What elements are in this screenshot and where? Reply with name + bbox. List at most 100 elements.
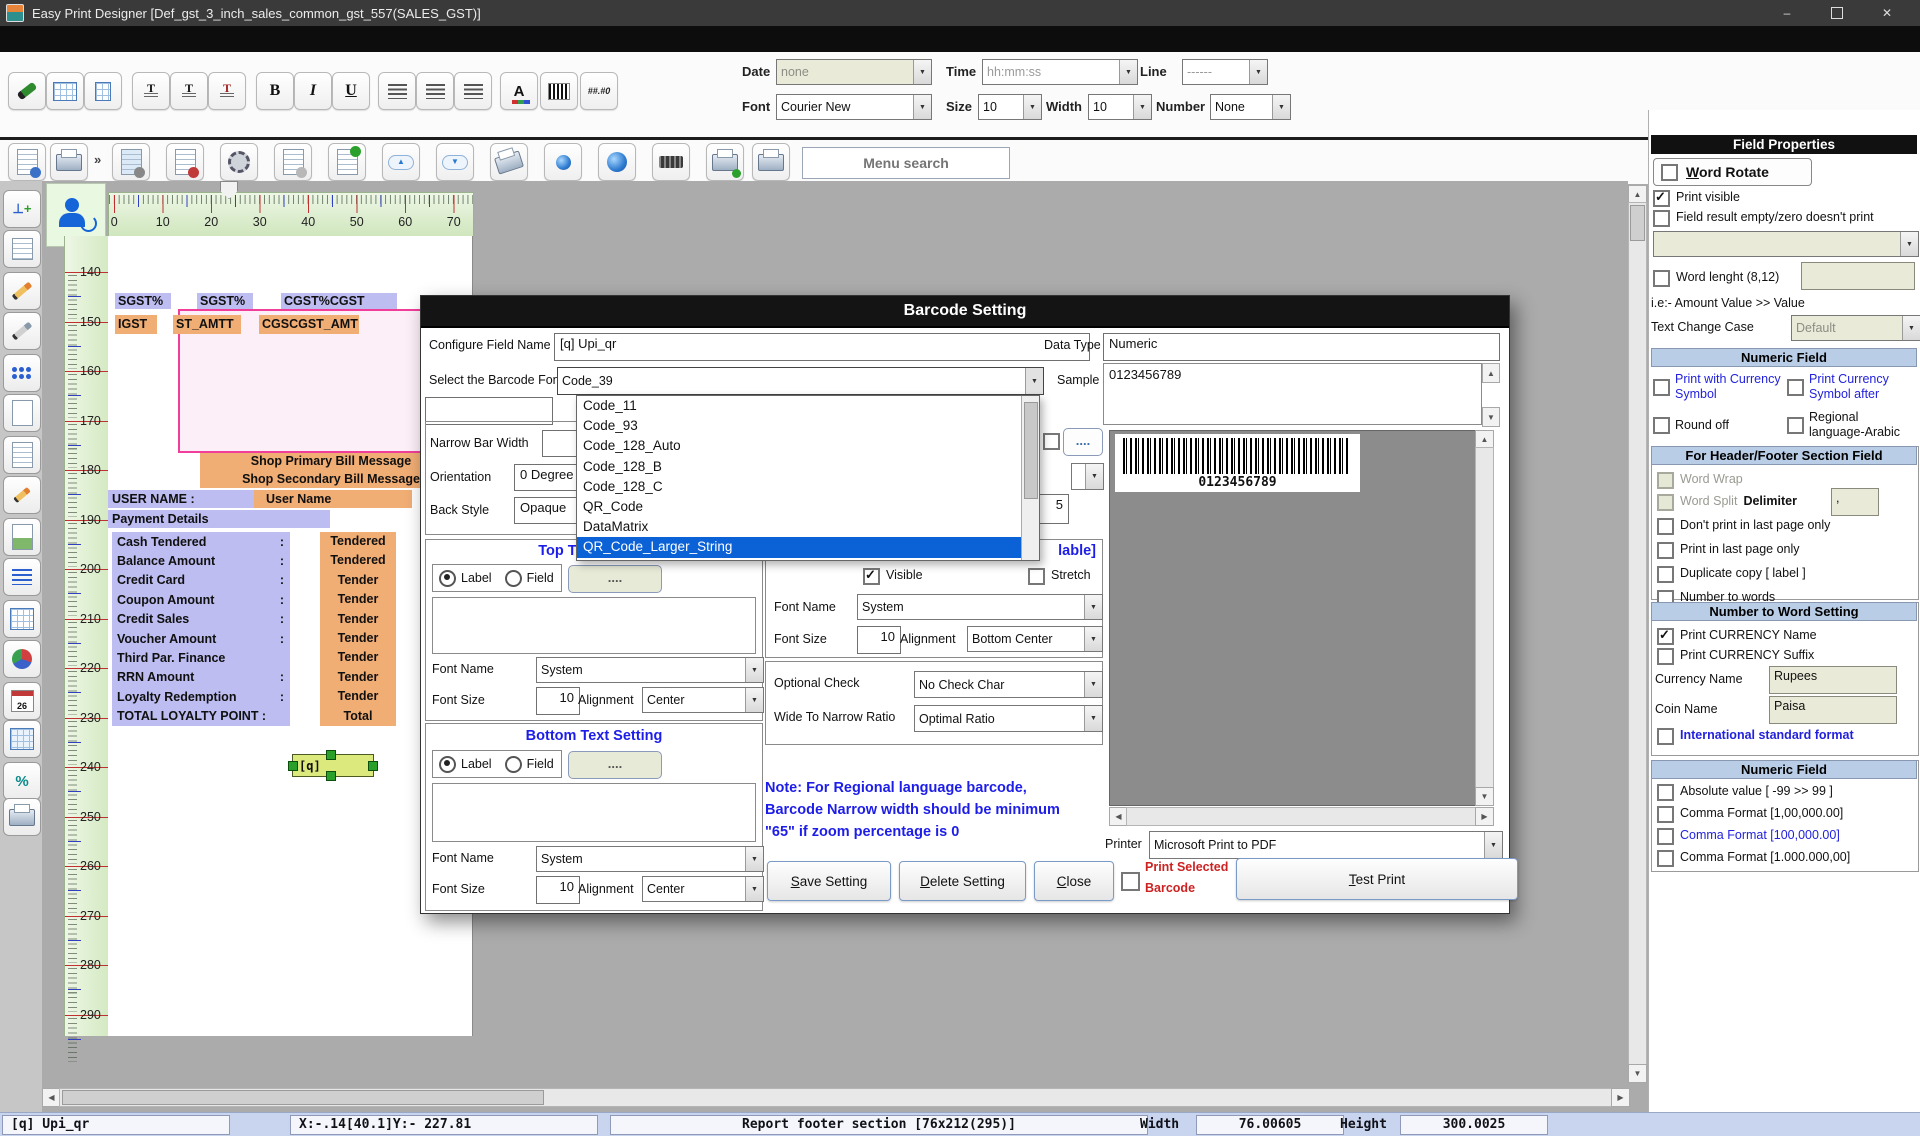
checkbox[interactable] — [1657, 806, 1674, 823]
checkbox[interactable] — [1653, 270, 1670, 287]
browse-dots-button[interactable]: .... — [1063, 428, 1103, 456]
payment-details-header[interactable]: Payment Details — [108, 510, 330, 528]
dialog-checkbox[interactable] — [1043, 433, 1060, 450]
checkbox[interactable] — [1653, 417, 1670, 434]
report-settings-icon[interactable] — [112, 143, 150, 181]
numeric-check[interactable]: Print with Currency Symbol — [1653, 372, 1783, 402]
field-radio[interactable] — [505, 756, 522, 773]
document-schedule-icon[interactable] — [274, 143, 312, 181]
import-field-icon[interactable] — [328, 143, 366, 181]
numbered-list-icon[interactable] — [3, 558, 41, 596]
top-font-name-select[interactable]: System — [536, 657, 764, 683]
insert-field-icon[interactable]: ⊥+ — [3, 190, 41, 228]
checkbox-checked[interactable] — [1657, 628, 1674, 645]
user-name-row[interactable]: USER NAME : User Name — [108, 490, 412, 508]
checkbox[interactable] — [1787, 379, 1804, 396]
numeric-format-check[interactable]: Comma Format [100,000.00] — [1657, 828, 1850, 845]
scrollbar-thumb[interactable] — [1024, 402, 1038, 499]
sample-textarea[interactable]: 0123456789 — [1103, 363, 1482, 425]
payment-row[interactable]: Loyalty Redemption: Tender — [112, 687, 396, 706]
scrollbar-thumb[interactable] — [1630, 205, 1645, 241]
checkbox-checked[interactable] — [863, 568, 880, 585]
field-label[interactable]: SGST% — [115, 293, 171, 309]
delimiter-input[interactable]: , — [1831, 488, 1879, 516]
line-select[interactable]: ------ — [1182, 59, 1268, 85]
toolbar-overflow-icon[interactable]: » — [94, 152, 101, 167]
minimize-button[interactable]: – — [1762, 0, 1812, 26]
blank-page-icon[interactable] — [3, 394, 41, 432]
optional-check-select[interactable]: No Check Char — [914, 671, 1103, 698]
print-currency-suffix-row[interactable]: Print CURRENCY Suffix — [1657, 648, 1814, 665]
preview-horizontal-scrollbar[interactable] — [1126, 807, 1477, 826]
width-select[interactable]: 10 — [1088, 94, 1152, 120]
field-result-row[interactable]: Field result empty/zero doesn't print — [1653, 210, 1874, 227]
international-format-row[interactable]: International standard format — [1657, 728, 1854, 745]
test-print-button[interactable]: Test Print — [1236, 858, 1518, 900]
barcode-alignment-select[interactable]: Bottom Center — [967, 626, 1103, 652]
coin-name-input[interactable]: Paisa — [1769, 696, 1897, 724]
date-select[interactable]: none — [776, 59, 932, 85]
checkbox[interactable] — [1657, 542, 1674, 559]
checkbox-disabled[interactable] — [1657, 494, 1674, 511]
table-grid-icon[interactable] — [46, 72, 84, 110]
numeric-format-check[interactable]: Absolute value [ -99 >> 99 ] — [1657, 784, 1850, 801]
checkbox[interactable] — [1657, 566, 1674, 583]
checkbox[interactable] — [1657, 784, 1674, 801]
checkbox-checked[interactable] — [1653, 190, 1670, 207]
hf-check[interactable]: Print in last page only — [1657, 542, 1830, 559]
percent-icon[interactable]: % — [3, 762, 41, 800]
dropdown-option[interactable]: Code_128_Auto — [577, 436, 1021, 456]
pie-chart-icon[interactable] — [3, 640, 41, 678]
print-icon[interactable] — [50, 143, 88, 181]
time-select[interactable]: hh:mm:ss — [982, 59, 1138, 85]
font-select[interactable]: Courier New — [776, 94, 932, 120]
top-font-size-input[interactable]: 10 — [536, 687, 580, 715]
fax-printer-icon[interactable] — [3, 798, 41, 836]
number-select[interactable]: None — [1210, 94, 1291, 120]
text-align-middle-icon[interactable]: T — [170, 72, 208, 110]
dropdown-option[interactable]: Code_128_C — [577, 477, 1021, 497]
dropdown-option[interactable]: QR_Code — [577, 497, 1021, 517]
checkbox[interactable] — [1028, 568, 1045, 585]
add-printer-icon[interactable] — [706, 143, 744, 181]
table-column-icon[interactable] — [84, 72, 122, 110]
scrollbar-thumb[interactable] — [62, 1090, 544, 1105]
word-rotate-button[interactable]: Word Rotate — [1653, 158, 1812, 186]
vertical-scrollbar[interactable] — [1628, 202, 1647, 1066]
number-format-icon[interactable]: ##.#0 — [580, 72, 618, 110]
barcode-font-name-select[interactable]: System — [857, 594, 1103, 620]
barcode-font-size-input[interactable]: 10 — [857, 626, 901, 654]
user-name-value[interactable]: User Name — [254, 490, 412, 508]
word-wrap-row[interactable]: Word Wrap — [1657, 472, 1743, 489]
scroll-right-icon[interactable]: ▶ — [1611, 1088, 1630, 1107]
share-print-icon[interactable] — [544, 143, 582, 181]
align-left-icon[interactable] — [378, 72, 416, 110]
size-select[interactable]: 10 — [978, 94, 1042, 120]
edit-page-icon[interactable] — [3, 436, 41, 474]
menu-search-input[interactable] — [802, 147, 1010, 179]
report-page[interactable]: SGST%SGST%CGST%CGST IGSTST_AMTTCGSCGST_A… — [108, 236, 473, 1036]
checkbox[interactable] — [1657, 648, 1674, 665]
hf-check[interactable]: Duplicate copy [ label ] — [1657, 566, 1830, 583]
word-split-row[interactable]: Word Split Delimiter — [1657, 494, 1797, 511]
font-color-icon[interactable]: A — [500, 72, 538, 110]
field-result-select[interactable] — [1653, 231, 1919, 257]
delete-setting-button[interactable]: Delete Setting — [899, 861, 1026, 901]
configure-field-name-input[interactable]: [q] Upi_qr — [554, 333, 1090, 361]
payment-row[interactable]: Voucher Amount: Tender — [112, 629, 396, 648]
data-type-input[interactable]: Numeric — [1103, 333, 1500, 361]
text-change-case-select[interactable]: Default — [1791, 315, 1920, 341]
thermal-printer-icon[interactable] — [490, 143, 528, 181]
top-text-textarea[interactable] — [432, 597, 756, 654]
field-label[interactable]: SGST% — [197, 293, 253, 309]
cloud-upload-icon[interactable]: ▲ — [382, 143, 420, 181]
field-picker-button[interactable]: .... — [568, 565, 662, 593]
align-right-icon[interactable] — [454, 72, 492, 110]
signature-icon[interactable] — [3, 476, 41, 514]
image-frame-icon[interactable] — [3, 230, 41, 268]
text-align-top-icon[interactable]: T — [132, 72, 170, 110]
paintbrush-icon[interactable] — [8, 72, 46, 110]
form-designer-icon[interactable] — [166, 143, 204, 181]
text-check-icon[interactable]: T — [208, 72, 246, 110]
checkbox[interactable] — [1657, 728, 1674, 745]
